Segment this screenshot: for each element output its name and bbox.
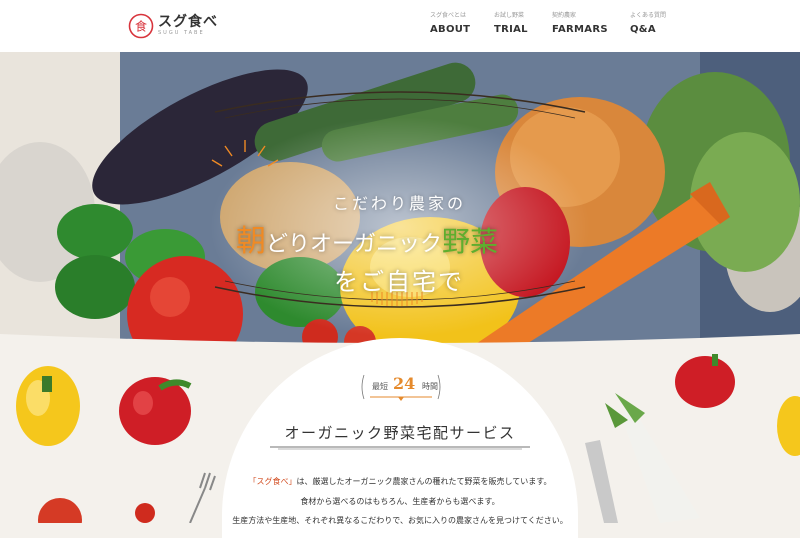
yellow-pepper-right-icon	[777, 396, 800, 456]
radish-icon	[605, 393, 700, 523]
fork-icon	[189, 472, 216, 523]
logo-subtitle: SUGU TABE	[158, 30, 205, 36]
nav-sub-label: 契約農家	[552, 12, 577, 19]
intro-description-3: 生産方法や生産地、それぞれ異なるこだわりで、お気に入りの農家さんを見つけてくださ…	[232, 516, 568, 525]
nav-item-qa[interactable]: よくある質問 Q&A	[630, 12, 680, 37]
brand-highlight: 「スグ食べ」	[248, 477, 297, 486]
badge-prefix: 最短	[372, 382, 388, 391]
title-underline	[270, 446, 530, 450]
hero-copy-line1: こだわり農家の	[333, 194, 467, 213]
intro-description-1: 「スグ食べ」は、厳選したオーガニック農家さんの穫れたて野菜を販売しています。	[248, 477, 552, 486]
site-header: 食 スグ食べ SUGU TABE スグ食べとは ABOUT お試し野菜 TRIA…	[0, 0, 800, 52]
nav-main-label: TRIAL	[494, 24, 528, 35]
tomato-icon	[38, 498, 82, 523]
delivery-time-badge: 最短 24 時間	[356, 372, 446, 402]
knife-icon	[585, 440, 618, 523]
hero-copy-organic: どりオーガニック	[266, 232, 443, 257]
svg-text:食: 食	[135, 19, 147, 34]
red-pepper-right-icon	[675, 354, 735, 408]
nav-item-trial[interactable]: お試し野菜 TRIAL	[494, 12, 552, 37]
nav-main-label: FARMARS	[552, 24, 608, 35]
badge-suffix: 時間	[422, 382, 438, 391]
nav-sub-label: お試し野菜	[494, 12, 525, 19]
site-logo[interactable]: 食 スグ食べ SUGU TABE	[128, 11, 218, 41]
hero-catchcopy: こだわり農家の 朝どりオーガニック野菜 をご自宅で	[214, 160, 584, 348]
cherry-tomato-icon	[135, 503, 155, 523]
logo-mark-icon: 食	[128, 13, 154, 39]
nav-main-label: ABOUT	[430, 24, 471, 35]
hero-banner: こだわり農家の 朝どりオーガニック野菜 をご自宅で	[0, 52, 800, 348]
yellow-pepper-icon	[16, 366, 80, 446]
nav-item-about[interactable]: スグ食べとは ABOUT	[430, 12, 494, 37]
intro-description-2: 食材から選べるのはもちろん、生産者からも選べます。	[300, 497, 500, 506]
nav-main-label: Q&A	[630, 24, 656, 35]
hero-copy-line2: 朝どりオーガニック野菜	[236, 216, 498, 260]
nav-item-farmars[interactable]: 契約農家 FARMARS	[552, 12, 630, 37]
nav-sub-label: よくある質問	[630, 12, 667, 19]
hero-copy-line3: をご自宅で	[334, 268, 464, 296]
global-nav: スグ食べとは ABOUT お試し野菜 TRIAL 契約農家 FARMARS よく…	[430, 12, 680, 37]
red-pepper-icon	[119, 377, 192, 445]
section-title: オーガニック野菜宅配サービス	[284, 424, 516, 442]
logo-name: スグ食べ	[158, 14, 218, 30]
hero-copy-morning: 朝	[236, 224, 266, 259]
badge-hours: 24	[393, 374, 416, 393]
hero-copy-vegetables: 野菜	[442, 225, 499, 258]
nav-sub-label: スグ食べとは	[430, 12, 467, 19]
